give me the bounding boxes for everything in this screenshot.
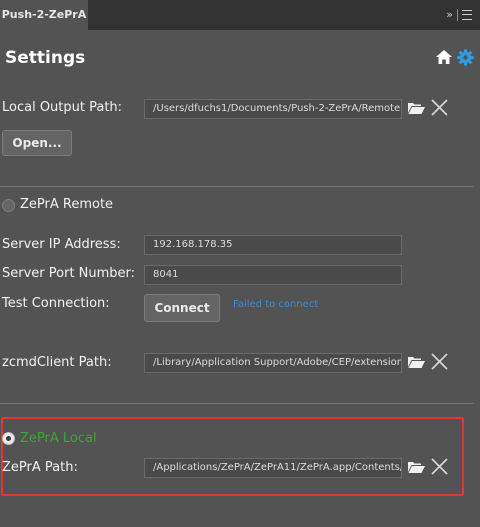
- page-title: Settings: [5, 48, 86, 68]
- connection-status: Failed to connect: [233, 299, 319, 310]
- zepra-local-highlight: [1, 417, 464, 496]
- expand-icon[interactable]: »: [446, 0, 453, 30]
- clear-icon[interactable]: [431, 458, 448, 475]
- home-icon[interactable]: [436, 50, 452, 64]
- folder-open-icon[interactable]: [408, 355, 425, 368]
- test-connection-label: Test Connection:: [2, 296, 110, 311]
- local-output-path-input[interactable]: /Users/dfuchs1/Documents/Push-2-ZePrA/Re…: [144, 99, 402, 119]
- zcmd-client-path-label: zcmdClient Path:: [2, 355, 112, 370]
- menu-divider: [457, 9, 458, 21]
- folder-open-icon[interactable]: [408, 460, 425, 473]
- panel-tab[interactable]: Push-2-ZePrA: [0, 0, 88, 30]
- section-divider: [0, 186, 474, 187]
- clear-icon[interactable]: [431, 99, 448, 116]
- zepra-path-input[interactable]: /Applications/ZePrA/ZePrA11/ZePrA.app/Co…: [144, 458, 402, 478]
- connect-button[interactable]: Connect: [144, 294, 220, 322]
- gear-icon[interactable]: [457, 49, 474, 66]
- folder-open-icon[interactable]: [408, 101, 425, 114]
- section-divider: [0, 403, 474, 404]
- server-port-label: Server Port Number:: [2, 266, 136, 281]
- zepra-remote-radio[interactable]: [2, 199, 15, 212]
- clear-icon[interactable]: [431, 353, 448, 370]
- server-port-input[interactable]: 8041: [144, 265, 402, 285]
- hamburger-menu-icon[interactable]: [462, 10, 472, 20]
- panel-menu[interactable]: »: [446, 0, 472, 30]
- open-button[interactable]: Open...: [2, 130, 72, 156]
- server-ip-label: Server IP Address:: [2, 237, 121, 252]
- zepra-remote-label[interactable]: ZePrA Remote: [20, 197, 113, 212]
- zepra-local-label[interactable]: ZePrA Local: [20, 431, 97, 446]
- zepra-local-radio[interactable]: [2, 432, 15, 445]
- local-output-path-label: Local Output Path:: [2, 100, 123, 115]
- panel-titlebar: Push-2-ZePrA »: [0, 0, 480, 30]
- server-ip-input[interactable]: 192.168.178.35: [144, 235, 402, 255]
- zepra-path-label: ZePrA Path:: [2, 460, 78, 475]
- zcmd-client-path-input[interactable]: /Library/Application Support/Adobe/CEP/e…: [144, 353, 402, 373]
